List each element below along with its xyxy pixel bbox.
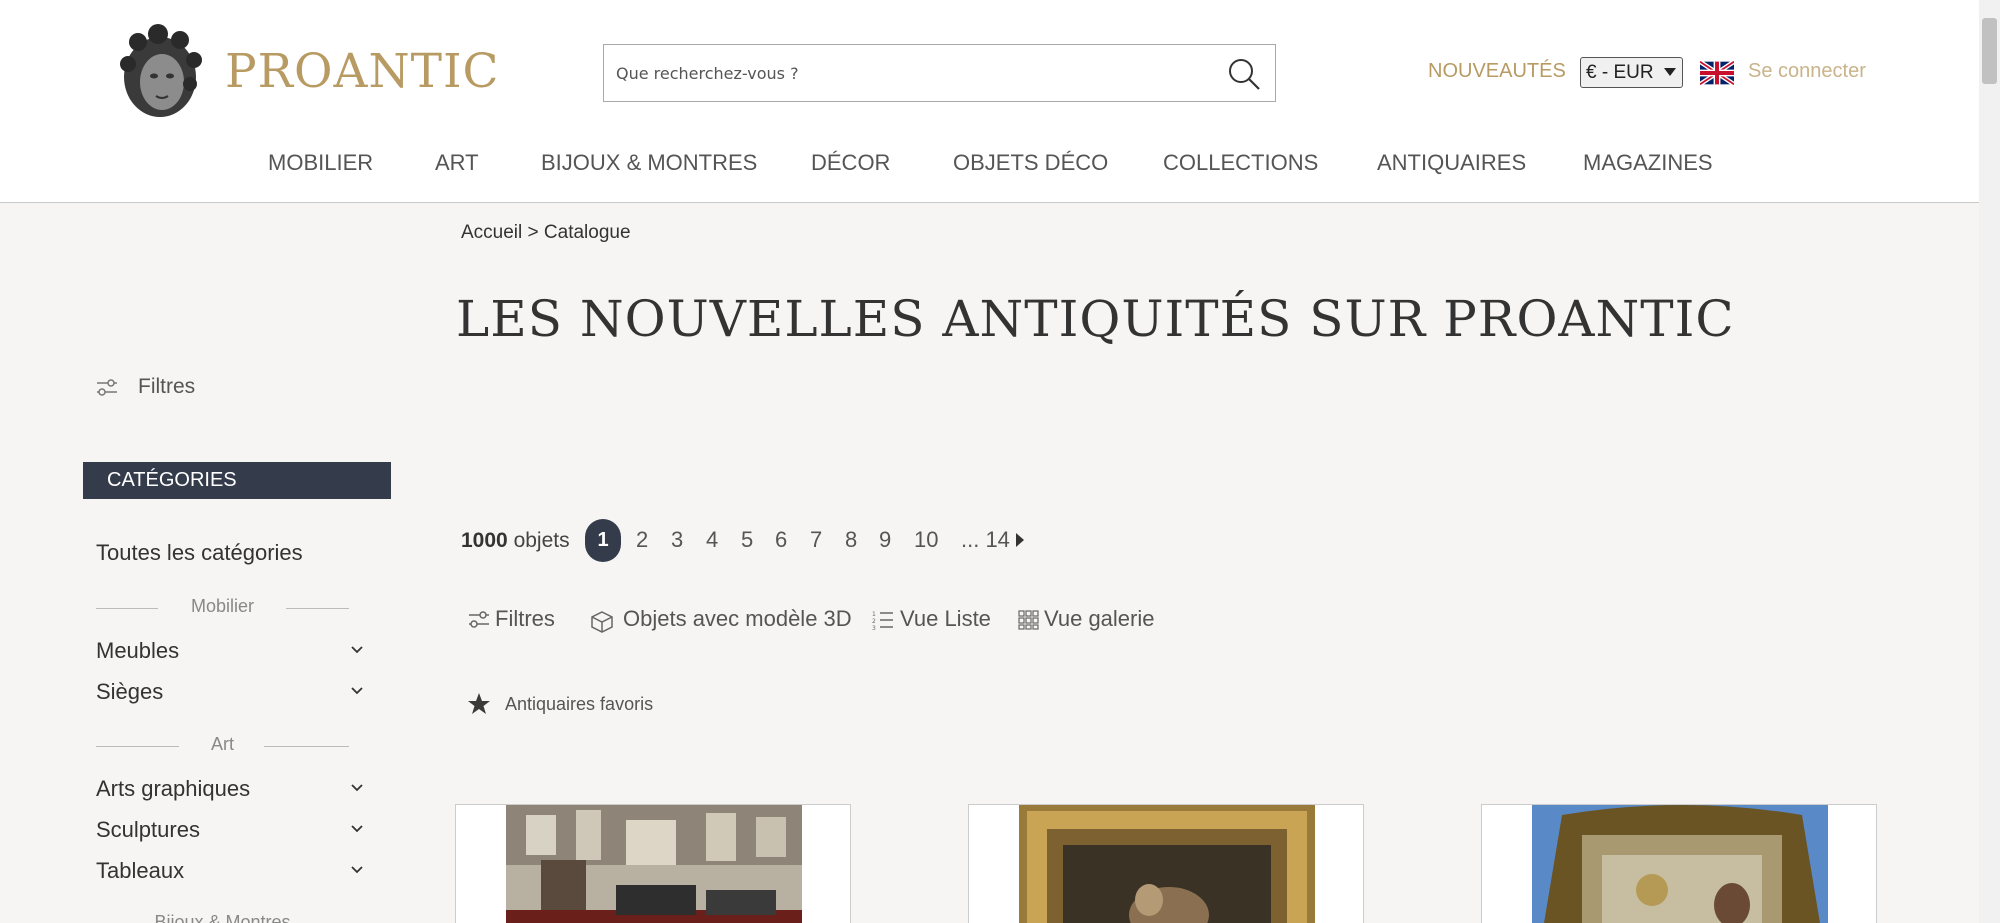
nav-item-magazines[interactable]: MAGAZINES xyxy=(1583,150,1713,176)
sidebar-item-sieges[interactable]: Sièges xyxy=(96,679,163,705)
divider-line xyxy=(264,746,349,747)
list-view-icon: 1 2 3 xyxy=(872,611,893,630)
page-scrollbar[interactable] xyxy=(1979,0,2000,923)
chevron-down-icon[interactable] xyxy=(350,781,364,795)
dropdown-arrow-icon xyxy=(1664,68,1676,76)
sidebar-item-arts-graphiques[interactable]: Arts graphiques xyxy=(96,776,250,802)
svg-text:3: 3 xyxy=(872,625,876,630)
pagination-page-1[interactable]: 1 xyxy=(585,519,621,562)
search-input[interactable] xyxy=(616,45,1196,101)
page-title: LES NOUVELLES ANTIQUITÉS SUR PROANTIC xyxy=(456,290,1735,348)
grid-view-icon xyxy=(1018,610,1039,630)
search-icon[interactable] xyxy=(1227,57,1261,91)
pagination-next-icon[interactable] xyxy=(1016,533,1024,547)
pagination-page-4[interactable]: 4 xyxy=(706,527,718,553)
filter-sliders-icon xyxy=(469,611,489,628)
results-count: 1000 objets xyxy=(461,529,570,553)
chevron-down-icon[interactable] xyxy=(350,684,364,698)
divider-line xyxy=(286,608,349,609)
results-count-number: 1000 xyxy=(461,529,508,552)
favorite-dealers-label: Antiquaires favoris xyxy=(505,694,654,714)
pagination-page-9[interactable]: 9 xyxy=(879,527,891,553)
login-link[interactable]: Se connecter xyxy=(1748,60,1866,83)
nav-item-collections[interactable]: COLLECTIONS xyxy=(1163,150,1318,176)
sidebar-group-bijoux: Bijoux & Montres xyxy=(96,912,349,923)
group-label: Art xyxy=(210,734,234,754)
group-label: Bijoux & Montres xyxy=(154,912,291,923)
uk-flag-icon[interactable] xyxy=(1700,61,1734,85)
pagination-page-10[interactable]: 10 xyxy=(914,527,938,553)
pagination-page-8[interactable]: 8 xyxy=(845,527,857,553)
currency-value: € - EUR xyxy=(1586,62,1654,83)
search-bar xyxy=(603,44,1276,102)
pagination-page-5[interactable]: 5 xyxy=(741,527,753,553)
nav-item-objets-deco[interactable]: OBJETS DÉCO xyxy=(953,150,1108,176)
nav-item-decor[interactable]: DÉCOR xyxy=(811,150,890,176)
chevron-down-icon[interactable] xyxy=(350,863,364,877)
toolbar-gallery-view-label: Vue galerie xyxy=(1044,606,1155,631)
product-image[interactable] xyxy=(1532,805,1828,923)
pagination-page-2[interactable]: 2 xyxy=(636,527,648,553)
toolbar-filters-label: Filtres xyxy=(495,606,555,631)
toolbar-3d-objects-label: Objets avec modèle 3D xyxy=(623,606,852,631)
product-image[interactable] xyxy=(1019,805,1315,923)
results-count-label: objets xyxy=(513,529,570,552)
product-card[interactable] xyxy=(1481,804,1877,923)
product-card[interactable] xyxy=(455,804,851,923)
breadcrumb[interactable]: Accueil > Catalogue xyxy=(461,222,631,244)
product-card[interactable] xyxy=(968,804,1364,923)
chevron-down-icon[interactable] xyxy=(350,643,364,657)
nouveautes-link[interactable]: NOUVEAUTÉS xyxy=(1428,60,1566,83)
group-label: Mobilier xyxy=(190,596,255,616)
nav-item-art[interactable]: ART xyxy=(435,150,479,176)
sidebar-item-all-categories[interactable]: Toutes les catégories xyxy=(96,540,303,566)
site-header: PROANTIC NOUVEAUTÉS € - EUR Se connecter… xyxy=(0,0,1979,203)
toolbar-list-view-label: Vue Liste xyxy=(900,606,991,631)
pagination-page-7[interactable]: 7 xyxy=(810,527,822,553)
sidebar-item-meubles[interactable]: Meubles xyxy=(96,638,179,664)
filter-sliders-icon xyxy=(97,379,117,396)
logo-medusa-icon[interactable] xyxy=(110,22,210,122)
star-icon xyxy=(468,693,490,714)
logo-text[interactable]: PROANTIC xyxy=(225,44,500,99)
chevron-down-icon[interactable] xyxy=(350,822,364,836)
svg-text:2: 2 xyxy=(872,618,876,625)
nav-item-mobilier[interactable]: MOBILIER xyxy=(268,150,373,176)
scrollbar-thumb[interactable] xyxy=(1982,18,1997,84)
pagination-page-3[interactable]: 3 xyxy=(671,527,683,553)
nav-item-bijoux-montres[interactable]: BIJOUX & MONTRES xyxy=(541,150,757,176)
currency-select[interactable]: € - EUR xyxy=(1580,57,1683,88)
pagination-page-last[interactable]: ... 14 xyxy=(961,527,1010,553)
favorite-dealers-toggle[interactable]: Antiquaires favoris xyxy=(467,692,707,718)
sidebar-filters-label: Filtres xyxy=(138,375,196,398)
product-image[interactable] xyxy=(506,805,802,923)
nav-item-antiquaires[interactable]: ANTIQUAIRES xyxy=(1377,150,1526,176)
pagination-page-6[interactable]: 6 xyxy=(775,527,787,553)
sidebar-group-mobilier: Mobilier xyxy=(96,596,349,620)
cube-3d-icon xyxy=(591,611,613,633)
sidebar-group-art: Art xyxy=(96,734,349,758)
sidebar-item-sculptures[interactable]: Sculptures xyxy=(96,817,200,843)
svg-text:1: 1 xyxy=(872,611,876,618)
categories-header: CATÉGORIES xyxy=(83,462,391,499)
sidebar-item-tableaux[interactable]: Tableaux xyxy=(96,858,184,884)
